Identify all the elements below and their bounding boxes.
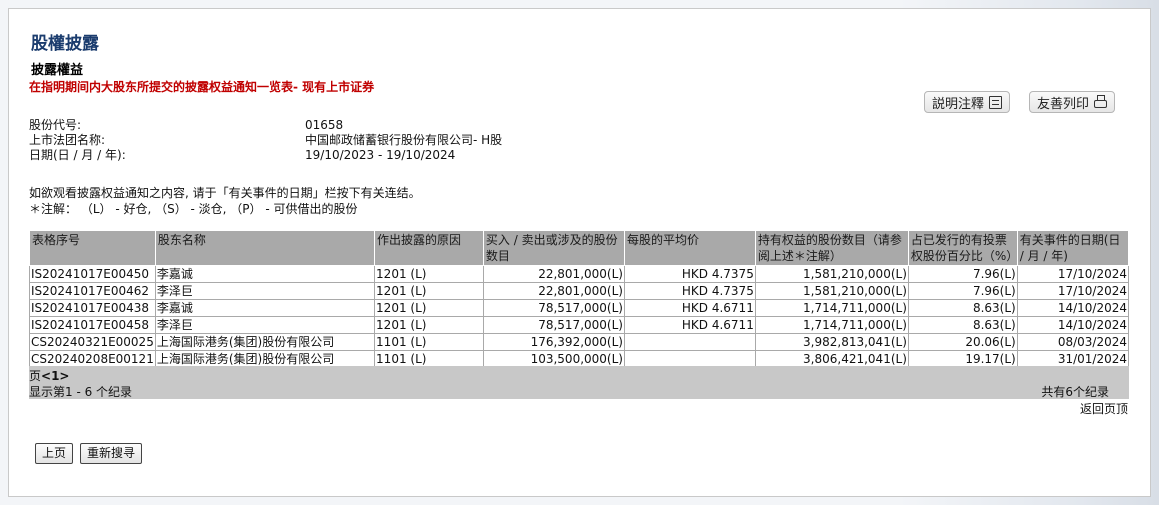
form-serial-cell: IS20241017E00450 — [29, 265, 156, 283]
disclosure-table: 表格序号 股东名称 作出披露的原因 买入 / 卖出或涉及的股份数目 每股的平均价… — [29, 230, 1130, 368]
reason-cell: 1201 (L) — [374, 316, 484, 334]
avg-price-cell — [623, 350, 756, 368]
shares-involved-cell: 176,392,000(L) — [482, 333, 625, 351]
avg-price-cell: HKD 4.6711 — [623, 299, 756, 317]
table-row: CS20240321E00025 上海国际港务(集团)股份有限公司 1101 (… — [29, 333, 1130, 351]
document-icon — [989, 95, 1003, 109]
page-title: 股權披露 — [31, 34, 99, 54]
percentage-cell: 8.63(L) — [907, 299, 1018, 317]
stock-code-label: 股份代号: — [29, 118, 82, 132]
new-search-button[interactable]: 重新搜寻 — [80, 443, 143, 464]
header-shareholder-name: 股东名称 — [154, 230, 376, 266]
percentage-cell: 8.63(L) — [907, 316, 1018, 334]
prev-page-button[interactable]: 上页 — [35, 443, 74, 464]
shares-involved-cell: 22,801,000(L) — [482, 265, 625, 283]
form-serial-cell: IS20241017E00438 — [29, 299, 156, 317]
event-date-link[interactable]: 08/03/2024 — [1016, 333, 1130, 351]
header-event-date: 有关事件的日期(日 / 月 / 年) — [1016, 230, 1130, 266]
percentage-cell: 19.17(L) — [907, 350, 1018, 368]
shares-involved-cell: 78,517,000(L) — [482, 316, 625, 334]
current-page-link[interactable]: <1> — [41, 369, 69, 383]
stock-info: 股份代号: 01658 上市法团名称: 中国邮政储蓄银行股份有限公司- H股 日… — [29, 118, 502, 163]
avg-price-cell: HKD 4.7375 — [623, 265, 756, 283]
pagination-bar: 页<1> 显示第1 - 6 个纪录 共有6个纪录 — [29, 366, 1129, 399]
form-serial-cell: CS20240208E00121 — [29, 350, 156, 368]
table-row: CS20240208E00121 上海国际港务(集团)股份有限公司 1101 (… — [29, 350, 1130, 368]
page-indicator: 页<1> — [29, 367, 69, 384]
shareholder-cell: 上海国际港务(集团)股份有限公司 — [154, 333, 376, 351]
event-date-link[interactable]: 17/10/2024 — [1016, 265, 1130, 283]
header-form-serial: 表格序号 — [29, 230, 156, 266]
shares-held-cell: 1,581,210,000(L) — [754, 265, 909, 283]
listing-notice: 在指明期间内大股东所提交的披露权益通知一览表- 现有上市证券 — [29, 80, 375, 94]
reason-cell: 1201 (L) — [374, 265, 484, 283]
shareholder-cell: 上海国际港务(集团)股份有限公司 — [154, 350, 376, 368]
main-panel: 股權披露 披露權益 在指明期间内大股东所提交的披露权益通知一览表- 现有上市证券… — [8, 8, 1151, 497]
table-row: IS20241017E00462 李泽巨 1201 (L) 22,801,000… — [29, 282, 1130, 300]
percentage-cell: 7.96(L) — [907, 282, 1018, 300]
avg-price-cell — [623, 333, 756, 351]
header-shares-involved: 买入 / 卖出或涉及的股份数目 — [482, 230, 625, 266]
form-serial-cell: IS20241017E00458 — [29, 316, 156, 334]
shares-held-cell: 1,581,210,000(L) — [754, 282, 909, 300]
shareholder-cell: 李泽巨 — [154, 316, 376, 334]
section-subtitle: 披露權益 — [31, 63, 84, 78]
legend-note: ＊注解： （L） - 好仓, （S） - 淡仓, （P） - 可供借出的股份 — [29, 202, 358, 216]
avg-price-cell: HKD 4.6711 — [623, 316, 756, 334]
stock-code-value: 01658 — [305, 118, 344, 132]
print-button-label: 友善列印 — [1037, 96, 1090, 112]
shares-involved-cell: 103,500,000(L) — [482, 350, 625, 368]
notes-button[interactable]: 説明注釋 — [924, 91, 1011, 113]
shares-involved-cell: 78,517,000(L) — [482, 299, 625, 317]
company-label: 上市法团名称: — [29, 133, 106, 147]
percentage-cell: 7.96(L) — [907, 265, 1018, 283]
form-serial-cell: CS20240321E00025 — [29, 333, 156, 351]
table-row: IS20241017E00438 李嘉诚 1201 (L) 78,517,000… — [29, 299, 1130, 317]
instructions: 如欲观看披露权益通知之内容, 请于「有关事件的日期」栏按下有关连结。 ＊注解： … — [29, 185, 421, 217]
form-serial-cell: IS20241017E00462 — [29, 282, 156, 300]
event-date-link[interactable]: 17/10/2024 — [1016, 282, 1130, 300]
reason-cell: 1101 (L) — [374, 350, 484, 368]
shares-held-cell: 3,806,421,041(L) — [754, 350, 909, 368]
date-label: 日期(日 / 月 / 年): — [29, 148, 126, 162]
shareholder-cell: 李嘉诚 — [154, 265, 376, 283]
percentage-cell: 20.06(L) — [907, 333, 1018, 351]
notes-button-label: 説明注釋 — [932, 96, 985, 112]
back-to-top-link[interactable]: 返回页顶 — [1080, 400, 1128, 417]
table-header-row: 表格序号 股东名称 作出披露的原因 买入 / 卖出或涉及的股份数目 每股的平均价… — [29, 230, 1130, 266]
event-date-link[interactable]: 14/10/2024 — [1016, 316, 1130, 334]
reason-cell: 1201 (L) — [374, 299, 484, 317]
header-percentage: 占已发行的有投票权股份百分比（%） — [907, 230, 1018, 266]
reason-cell: 1201 (L) — [374, 282, 484, 300]
record-total: 共有6个纪录 — [1041, 385, 1109, 399]
shares-held-cell: 1,714,711,000(L) — [754, 299, 909, 317]
header-shares-held: 持有权益的股份数目（请参阅上述＊注解） — [754, 230, 909, 266]
date-range-value: 19/10/2023 - 19/10/2024 — [305, 148, 456, 162]
shareholder-cell: 李嘉诚 — [154, 299, 376, 317]
print-button[interactable]: 友善列印 — [1029, 91, 1116, 113]
company-value: 中国邮政储蓄银行股份有限公司- H股 — [305, 133, 503, 147]
instruction-line: 如欲观看披露权益通知之内容, 请于「有关事件的日期」栏按下有关连结。 — [29, 186, 421, 200]
avg-price-cell: HKD 4.7375 — [623, 282, 756, 300]
shares-held-cell: 1,714,711,000(L) — [754, 316, 909, 334]
header-reason: 作出披露的原因 — [374, 230, 484, 266]
page-prefix: 页 — [29, 369, 42, 383]
event-date-link[interactable]: 31/01/2024 — [1016, 350, 1130, 368]
shares-held-cell: 3,982,813,041(L) — [754, 333, 909, 351]
table-row: IS20241017E00450 李嘉诚 1201 (L) 22,801,000… — [29, 265, 1130, 283]
table-row: IS20241017E00458 李泽巨 1201 (L) 78,517,000… — [29, 316, 1130, 334]
shareholder-cell: 李泽巨 — [154, 282, 376, 300]
header-avg-price: 每股的平均价 — [623, 230, 756, 266]
shares-involved-cell: 22,801,000(L) — [482, 282, 625, 300]
printer-icon — [1094, 95, 1108, 108]
reason-cell: 1101 (L) — [374, 333, 484, 351]
event-date-link[interactable]: 14/10/2024 — [1016, 299, 1130, 317]
record-range: 显示第1 - 6 个纪录 — [29, 385, 133, 399]
